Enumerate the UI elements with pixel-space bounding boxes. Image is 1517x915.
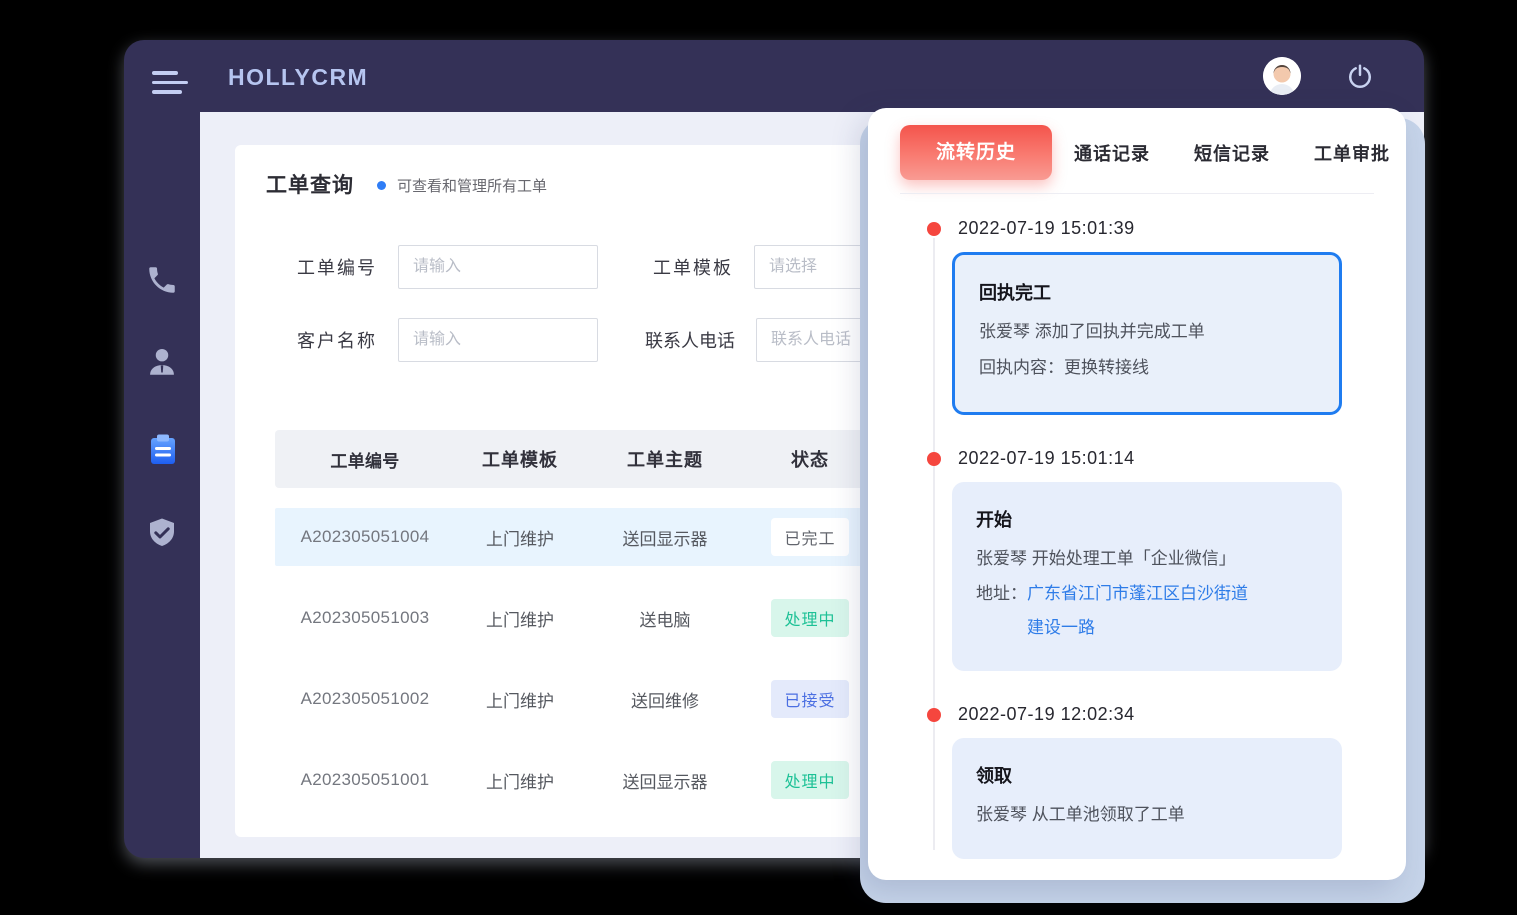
timeline-dot-icon [927,452,941,466]
subject-cell: 送电脑 [585,606,745,631]
template-cell: 上门维护 [455,525,585,550]
status-badge: 处理中 [771,599,848,637]
address-line: 建设一路 [1027,611,1248,645]
status-cell: 处理中 [745,761,875,799]
timeline-card-title: 开始 [976,506,1318,532]
status-cell: 处理中 [745,599,875,637]
avatar-image [1263,57,1301,95]
template-label: 工单模板 [648,254,733,280]
timeline-dot-icon [927,222,941,236]
panel-tabs: 流转历史通话记录短信记录工单审批 [900,125,1386,180]
phone-icon[interactable] [145,263,179,297]
timeline-entry: 2022-07-19 12:02:34 领取张爱琴 从工单池领取了工单 [952,704,1342,859]
subject-cell: 送回维修 [585,687,745,712]
timeline-card-line: 张爱琴 从工单池领取了工单 [976,797,1318,833]
timeline-card-line: 张爱琴 添加了回执并完成工单 [979,314,1315,350]
order-id-cell: A202305051002 [275,689,455,709]
panel-tab[interactable]: 工单审批 [1314,140,1390,166]
subject-cell: 送回显示器 [585,768,745,793]
timeline-card-line: 张爱琴 开始处理工单「企业微信」 [976,541,1318,577]
order-id-cell: A202305051001 [275,770,455,790]
timeline-card-title: 回执完工 [979,279,1315,305]
history-panel: 流转历史通话记录 短信记录 工单审批 2022-07-19 15:01:39 回执完工… [868,108,1406,880]
timeline-card: 开始张爱琴 开始处理工单「企业微信」地址：广东省江门市蓬江区白沙街道建设一路 [952,482,1342,671]
timeline: 2022-07-19 15:01:39 回执完工张爱琴 添加了回执并完成工单回执内… [868,194,1406,880]
top-bar: HOLLYCRM [124,40,1424,112]
filter-order-id: 工单编号 [281,245,598,289]
phone-label: 联系人电话 [622,327,735,353]
status-cell: 已接受 [745,680,875,718]
desktop-background: HOLLYCRM [0,0,1517,915]
panel-tab[interactable]: 短信记录 [1194,140,1270,166]
sidebar [124,112,200,858]
timeline-card-line: 回执内容：更换转接线 [979,350,1315,386]
workorders-icon[interactable] [145,432,179,466]
timeline-dot-icon [927,708,941,722]
header-subject: 工单主题 [585,446,745,472]
template-cell: 上门维护 [455,687,585,712]
header-status: 状态 [745,446,875,472]
order-id-cell: A202305051003 [275,608,455,628]
app-logo: HOLLYCRM [228,40,368,112]
page-title: 工单查询 [266,169,354,199]
timeline-card: 回执完工张爱琴 添加了回执并完成工单回执内容：更换转接线 [952,252,1342,415]
order-id-label: 工单编号 [281,254,377,280]
status-cell: 已完工 [745,518,875,556]
timeline-address: 地址：广东省江门市蓬江区白沙街道建设一路 [976,577,1318,645]
timeline-card: 领取张爱琴 从工单池领取了工单 [952,738,1342,859]
order-id-cell: A202305051004 [275,527,455,547]
page-header: 工单查询 可查看和管理所有工单 [266,169,547,199]
address-link[interactable]: 广东省江门市蓬江区白沙街道建设一路 [1027,577,1248,645]
timeline-entry: 2022-07-19 15:01:14 开始张爱琴 开始处理工单「企业微信」地址：… [952,448,1342,671]
panel-tab[interactable]: 流转历史 [900,125,1052,180]
order-id-input[interactable] [398,245,598,289]
security-icon[interactable] [145,516,179,550]
subject-cell: 送回显示器 [585,525,745,550]
timeline-timestamp: 2022-07-19 15:01:39 [958,218,1342,239]
header-order-id: 工单编号 [275,447,455,472]
timeline-entry: 2022-07-19 15:01:39 回执完工张爱琴 添加了回执并完成工单回执内… [952,218,1342,415]
page-subtitle: 可查看和管理所有工单 [397,175,547,196]
contacts-icon[interactable] [145,345,179,379]
status-badge: 处理中 [771,761,848,799]
timeline-card-title: 领取 [976,762,1318,788]
status-badge: 已接受 [771,680,848,718]
address-line: 广东省江门市蓬江区白沙街道 [1027,577,1248,611]
template-cell: 上门维护 [455,768,585,793]
power-icon[interactable] [1347,63,1373,89]
customer-label: 客户名称 [281,327,377,353]
timeline-timestamp: 2022-07-19 15:01:14 [958,448,1342,469]
timeline-address-label: 地址： [976,577,1027,645]
customer-input[interactable] [398,318,598,362]
dot-icon [377,181,386,190]
filter-customer: 客户名称 [281,318,598,362]
panel-tab[interactable]: 通话记录 [1074,140,1150,166]
timeline-connector [933,238,935,850]
menu-icon[interactable] [152,71,188,99]
user-avatar[interactable] [1263,57,1301,95]
template-cell: 上门维护 [455,606,585,631]
status-badge: 已完工 [771,518,848,556]
header-template: 工单模板 [455,446,585,472]
timeline-timestamp: 2022-07-19 12:02:34 [958,704,1342,725]
